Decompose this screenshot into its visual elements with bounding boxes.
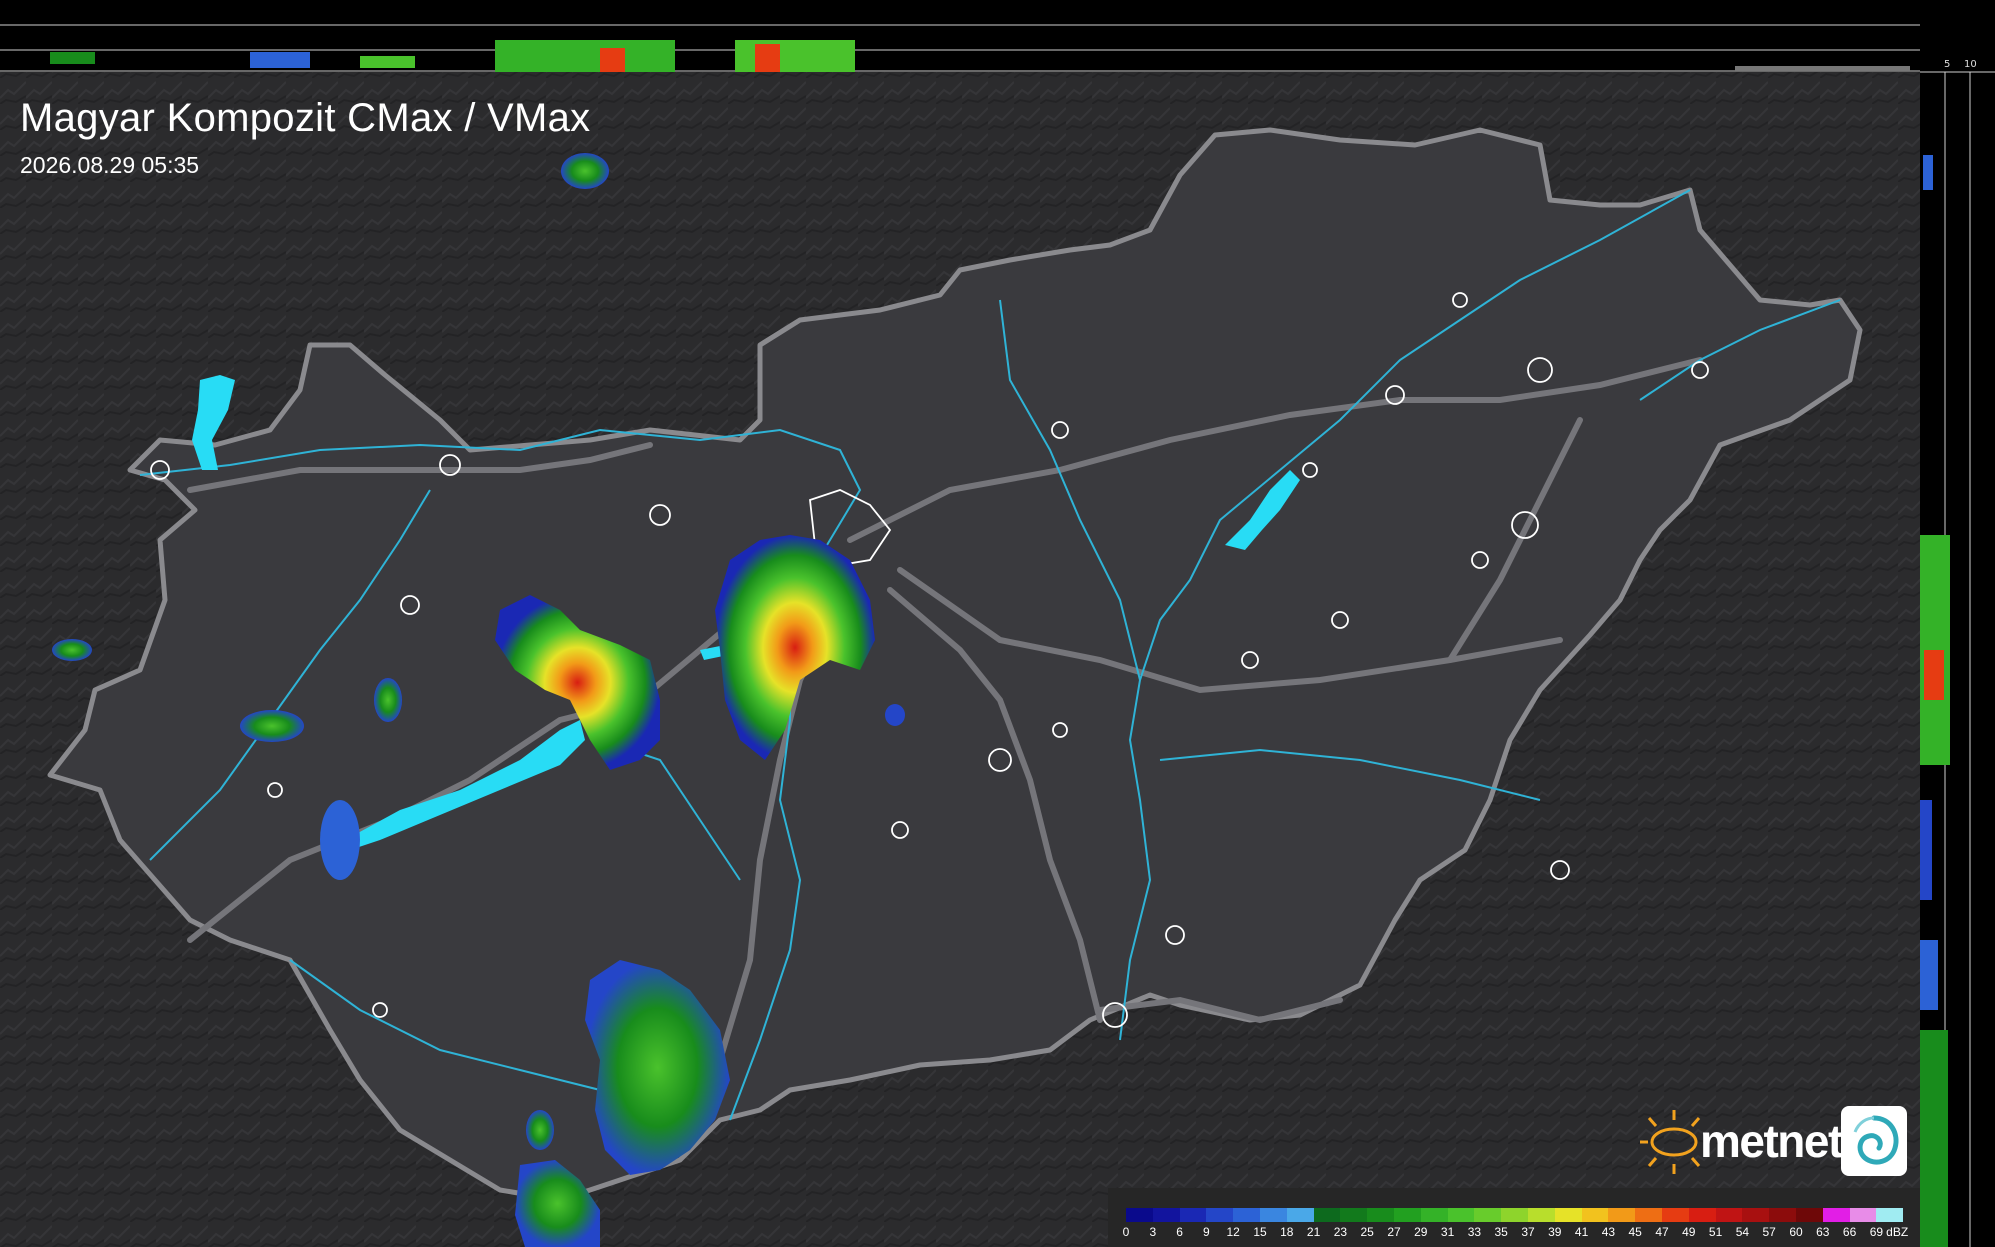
legend-swatch <box>1179 1208 1207 1222</box>
legend-value-label: 33 <box>1467 1225 1482 1239</box>
legend-swatch <box>1688 1208 1716 1222</box>
metnet-logo: metnet <box>1636 1104 1910 1180</box>
legend-value-label: 18 <box>1280 1225 1294 1239</box>
legend-value-label: 45 <box>1628 1225 1642 1239</box>
reflectivity-legend: 0 3 6 9 12 15 18 21 23 25 27 29 31 33 35 37 39 41 43 45 47 49… <box>1108 1188 1920 1247</box>
legend-value-label: 54 <box>1735 1225 1750 1239</box>
legend-value-label: 12 <box>1226 1225 1240 1239</box>
echo-cell <box>374 678 402 722</box>
swirl-graphic <box>1853 1115 1899 1165</box>
legend-value-label: 51 <box>1708 1225 1723 1239</box>
legend-value-label: 47 <box>1655 1225 1669 1239</box>
profile-scale-label: 10 <box>1964 59 1977 70</box>
legend-value-label: 25 <box>1360 1225 1374 1239</box>
profile-echo <box>735 40 855 72</box>
legend-value-label: 60 <box>1789 1225 1803 1239</box>
legend-swatch <box>1822 1208 1850 1222</box>
legend-swatch <box>1608 1208 1636 1222</box>
legend-swatch <box>1527 1208 1555 1222</box>
profile-echo <box>1920 800 1932 900</box>
profile-echo <box>1923 155 1933 190</box>
legend-swatch <box>1849 1208 1877 1222</box>
legend-value-label: 41 <box>1574 1225 1589 1239</box>
sun-icon <box>1640 1110 1701 1174</box>
legend-value-label: 3 <box>1149 1225 1157 1239</box>
profile-echo <box>600 48 625 72</box>
legend-swatch <box>1126 1208 1153 1222</box>
legend-labels: 0 3 6 9 12 15 18 21 23 25 27 29 31 33 35 37 39 41 43 45 47 49… <box>1122 1225 1926 1241</box>
echo-cell <box>52 639 92 661</box>
legend-value-label: 69 <box>1869 1225 1884 1239</box>
legend-unit-label: dBZ <box>1886 1225 1909 1239</box>
echo-cell <box>320 800 360 880</box>
logo-text: metnet <box>1700 1115 1843 1167</box>
legend-swatch <box>1661 1208 1689 1222</box>
legend-value-label: 35 <box>1494 1225 1508 1239</box>
profile-echo <box>50 52 95 64</box>
legend-swatch <box>1554 1208 1582 1222</box>
legend-swatch <box>1152 1208 1180 1222</box>
legend-swatch <box>1367 1208 1394 1222</box>
legend-value-label: 27 <box>1387 1225 1401 1239</box>
vertical-profile-graphic <box>1920 71 1995 1247</box>
profile-echo <box>1920 1030 1948 1247</box>
profile-echo <box>1920 940 1938 1010</box>
echo-cell <box>561 153 609 189</box>
legend-swatch <box>1474 1208 1502 1222</box>
echo-cell <box>885 704 905 726</box>
echo-cell <box>240 710 304 742</box>
legend-value-label: 0 <box>1122 1225 1130 1239</box>
legend-swatch <box>1286 1208 1314 1222</box>
legend-value-label: 37 <box>1521 1225 1535 1239</box>
legend-swatch <box>1420 1208 1448 1222</box>
map-title: Magyar Kompozit CMax / VMax <box>20 96 591 140</box>
radar-map <box>0 0 1995 1247</box>
metnet-swirl-icon <box>1841 1106 1907 1176</box>
profile-echo <box>1735 66 1910 71</box>
legend-value-label: 15 <box>1253 1225 1267 1239</box>
legend-swatch <box>1876 1208 1904 1222</box>
legend-swatch <box>1769 1208 1796 1222</box>
legend-value-label: 31 <box>1440 1225 1455 1239</box>
profile-echo <box>495 40 675 72</box>
legend-swatch <box>1313 1208 1341 1222</box>
legend-swatch <box>1259 1208 1287 1222</box>
horizontal-profile-graphic <box>0 24 1920 72</box>
echo-cell <box>526 1110 554 1150</box>
legend-swatch <box>1233 1208 1260 1222</box>
legend-value-label: 63 <box>1816 1225 1830 1239</box>
legend-value-label: 66 <box>1842 1225 1857 1239</box>
legend-swatch <box>1635 1208 1662 1222</box>
legend-swatch <box>1581 1208 1609 1222</box>
legend-swatch <box>1715 1208 1743 1222</box>
legend-swatch <box>1340 1208 1368 1222</box>
legend-swatch <box>1447 1208 1475 1222</box>
legend-value-label: 29 <box>1414 1225 1428 1239</box>
vertical-profile-strip: 5 10 <box>1920 0 1995 1247</box>
legend-swatch <box>1393 1208 1421 1222</box>
legend-value-label: 6 <box>1176 1225 1183 1239</box>
radar-map-viewer: 10 5 5 10 Magyar Kompozit CMax / VMax 20… <box>0 0 1995 1247</box>
profile-echo <box>250 52 310 68</box>
legend-value-label: 21 <box>1306 1225 1321 1239</box>
map-timestamp: 2026.08.29 05:35 <box>20 152 200 178</box>
legend-value-label: 39 <box>1548 1225 1562 1239</box>
profile-echo <box>1924 650 1944 700</box>
profile-echo <box>755 44 780 72</box>
legend-value-label: 49 <box>1682 1225 1696 1239</box>
horizontal-profile-strip: 10 5 <box>0 0 1937 72</box>
legend-value-label: 43 <box>1601 1225 1616 1239</box>
legend-color-bar <box>1126 1208 1904 1222</box>
profile-echo <box>360 56 415 68</box>
legend-value-label: 57 <box>1762 1225 1776 1239</box>
legend-swatch <box>1795 1208 1823 1222</box>
legend-swatch <box>1501 1208 1528 1222</box>
legend-swatch <box>1742 1208 1770 1222</box>
legend-value-label: 9 <box>1203 1225 1210 1239</box>
profile-scale-label: 5 <box>1944 59 1951 70</box>
legend-value-label: 23 <box>1333 1225 1348 1239</box>
legend-swatch <box>1206 1208 1234 1222</box>
